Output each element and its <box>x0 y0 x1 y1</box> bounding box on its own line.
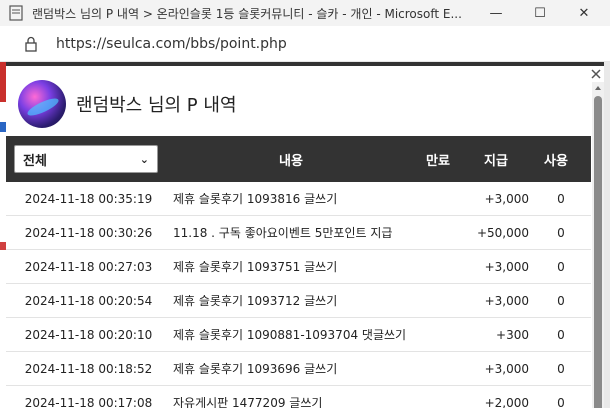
close-icon[interactable] <box>590 68 602 80</box>
row-use: 0 <box>557 191 565 206</box>
row-content: 11.18 . 구독 좋아요이벤트 5만포인트 지급 <box>173 226 393 240</box>
close-window-button[interactable]: ✕ <box>562 0 606 26</box>
row-content: 제휴 슬롯후기 1090881-1093704 댓글쓰기 <box>173 328 407 342</box>
scrollbar-thumb[interactable] <box>594 96 602 408</box>
row-date: 2024-11-18 00:17:08 <box>24 395 153 408</box>
points-table: 전체 ⌄ 내용 만료 지급 사용 2024-11-18 00:35:19 제휴 … <box>6 136 591 408</box>
header-give: 지급 <box>484 153 508 169</box>
row-give: +3,000 <box>484 259 529 274</box>
row-date: 2024-11-18 00:30:26 <box>24 225 153 240</box>
minimize-icon: — <box>489 5 503 21</box>
window-title: 랜덤박스 님의 P 내역 > 온라인슬롯 1등 슬롯커뮤니티 - 슬카 - 개인… <box>32 6 462 21</box>
row-use: 0 <box>557 361 565 376</box>
close-icon: ✕ <box>578 5 590 21</box>
browser-window: 랜덤박스 님의 P 내역 > 온라인슬롯 1등 슬롯커뮤니티 - 슬카 - 개인… <box>0 0 610 408</box>
popup-header: 랜덤박스 님의 P 내역 <box>6 74 586 134</box>
row-give: +3,000 <box>484 361 529 376</box>
header-use: 사용 <box>544 153 568 169</box>
row-content: 제휴 슬롯후기 1093712 글쓰기 <box>173 294 338 308</box>
row-date: 2024-11-18 00:18:52 <box>24 361 153 376</box>
maximize-icon: ☐ <box>534 5 546 21</box>
row-content: 자유게시판 1477209 글쓰기 <box>173 396 323 408</box>
header-expire: 만료 <box>426 153 450 169</box>
filter-select[interactable]: 전체 ⌄ <box>14 145 158 173</box>
row-date: 2024-11-18 00:27:03 <box>24 259 153 274</box>
scroll-up-icon[interactable] <box>594 84 602 92</box>
row-use: 0 <box>557 259 565 274</box>
page-icon <box>9 5 23 21</box>
row-use: 0 <box>557 293 565 308</box>
maximize-button[interactable]: ☐ <box>518 0 562 26</box>
table-row: 2024-11-18 00:20:54 제휴 슬롯후기 1093712 글쓰기 … <box>6 284 591 318</box>
minimize-button[interactable]: — <box>474 0 518 26</box>
table-row: 2024-11-18 00:35:19 제휴 슬롯후기 1093816 글쓰기 … <box>6 182 591 216</box>
page-title: 랜덤박스 님의 P 내역 <box>76 95 237 116</box>
row-give: +3,000 <box>484 293 529 308</box>
table-row: 2024-11-18 00:17:08 자유게시판 1477209 글쓰기 +2… <box>6 386 591 408</box>
chevron-down-icon: ⌄ <box>139 152 149 166</box>
row-date: 2024-11-18 00:35:19 <box>24 191 153 206</box>
row-content: 제휴 슬롯후기 1093816 글쓰기 <box>173 192 338 206</box>
avatar <box>18 80 66 128</box>
row-date: 2024-11-18 00:20:54 <box>24 293 153 308</box>
url-text[interactable]: https://seulca.com/bbs/point.php <box>56 36 287 52</box>
table-row: 2024-11-18 00:20:10 제휴 슬롯후기 1090881-1093… <box>6 318 591 352</box>
row-give: +50,000 <box>476 225 529 240</box>
header-content: 내용 <box>279 153 303 169</box>
row-use: 0 <box>557 225 565 240</box>
point-history-popup: 랜덤박스 님의 P 내역 전체 ⌄ 내용 만료 지급 사용 2024-11-18… <box>6 62 604 408</box>
row-use: 0 <box>557 395 565 408</box>
table-body: 2024-11-18 00:35:19 제휴 슬롯후기 1093816 글쓰기 … <box>6 182 591 408</box>
address-bar[interactable]: https://seulca.com/bbs/point.php <box>0 26 610 62</box>
filter-value: 전체 <box>23 153 47 169</box>
table-header: 전체 ⌄ 내용 만료 지급 사용 <box>6 136 591 182</box>
row-use: 0 <box>557 327 565 342</box>
table-row: 2024-11-18 00:18:52 제휴 슬롯후기 1093696 글쓰기 … <box>6 352 591 386</box>
row-date: 2024-11-18 00:20:10 <box>24 327 153 342</box>
row-give: +300 <box>496 327 529 342</box>
row-give: +3,000 <box>484 191 529 206</box>
row-give: +2,000 <box>484 395 529 408</box>
row-content: 제휴 슬롯후기 1093696 글쓰기 <box>173 362 338 376</box>
table-row: 2024-11-18 00:30:26 11.18 . 구독 좋아요이벤트 5만… <box>6 216 591 250</box>
table-row: 2024-11-18 00:27:03 제휴 슬롯후기 1093751 글쓰기 … <box>6 250 591 284</box>
row-content: 제휴 슬롯후기 1093751 글쓰기 <box>173 260 338 274</box>
lock-icon[interactable] <box>24 36 38 52</box>
title-bar: 랜덤박스 님의 P 내역 > 온라인슬롯 1등 슬롯커뮤니티 - 슬카 - 개인… <box>0 0 610 26</box>
